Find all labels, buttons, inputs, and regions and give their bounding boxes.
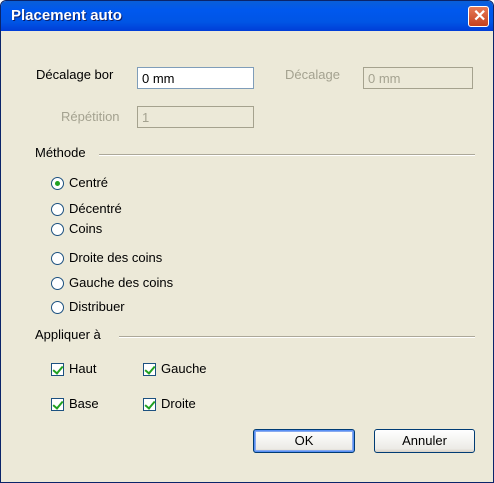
radio-label: Droite des coins [69, 250, 163, 265]
checkbox[interactable] [143, 398, 156, 411]
radio-label: Gauche des coins [69, 275, 174, 290]
radio-button[interactable] [51, 252, 64, 265]
radio-button[interactable] [51, 277, 64, 290]
radio-button[interactable] [51, 177, 64, 190]
checkmark-icon [52, 363, 64, 375]
radio-button[interactable] [51, 223, 64, 236]
radio-label: Décentré [69, 201, 122, 216]
offset-input[interactable] [137, 67, 254, 89]
checkbox-label: Haut [69, 361, 97, 376]
checkmark-icon [144, 363, 156, 375]
radio-selected-dot [55, 181, 60, 186]
checkbox[interactable] [51, 363, 64, 376]
checkbox[interactable] [143, 363, 156, 376]
close-icon: ✕ [473, 8, 487, 25]
dialog-body: Décalage bor Décalage Répétition Méthode… [1, 31, 493, 482]
radio-button[interactable] [51, 203, 64, 216]
window-title: Placement auto [11, 7, 122, 24]
apply-separator [119, 336, 475, 338]
close-button[interactable]: ✕ [468, 6, 489, 27]
checkbox-label: Gauche [161, 361, 207, 376]
radio-label: Coins [69, 221, 103, 236]
method-separator [99, 154, 475, 156]
checkbox-label: Droite [161, 396, 196, 411]
repeat-label: Répétition [61, 109, 120, 124]
checkbox[interactable] [51, 398, 64, 411]
radio-label: Centré [69, 175, 109, 190]
checkmark-icon [144, 398, 156, 410]
auto-placement-dialog: Placement auto ✕ Décalage bor Décalage R… [0, 0, 494, 483]
checkmark-icon [52, 398, 64, 410]
secondary-offset-label: Décalage [285, 67, 340, 82]
repeat-input [137, 106, 254, 128]
apply-group-title: Appliquer à [35, 327, 101, 342]
ok-button[interactable]: OK [253, 429, 355, 453]
offset-label: Décalage bor [36, 67, 114, 82]
method-group-title: Méthode [35, 145, 86, 160]
radio-button[interactable] [51, 301, 64, 314]
secondary-offset-input [363, 67, 473, 89]
radio-label: Distribuer [69, 299, 125, 314]
title-bar[interactable]: Placement auto ✕ [1, 1, 493, 31]
checkbox-label: Base [69, 396, 99, 411]
cancel-button[interactable]: Annuler [374, 429, 475, 453]
